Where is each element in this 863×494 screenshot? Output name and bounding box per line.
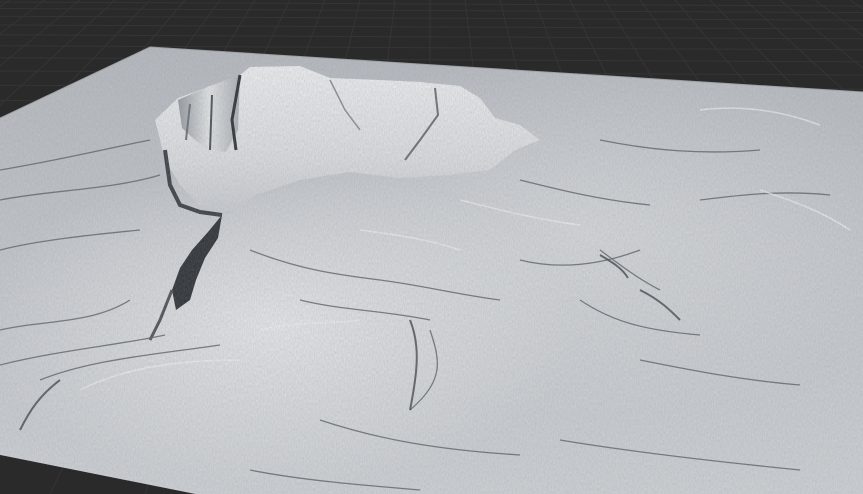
terrain-mesh[interactable] (0, 40, 863, 494)
terrain-scene[interactable] (0, 0, 863, 494)
3d-viewport[interactable] (0, 0, 863, 494)
